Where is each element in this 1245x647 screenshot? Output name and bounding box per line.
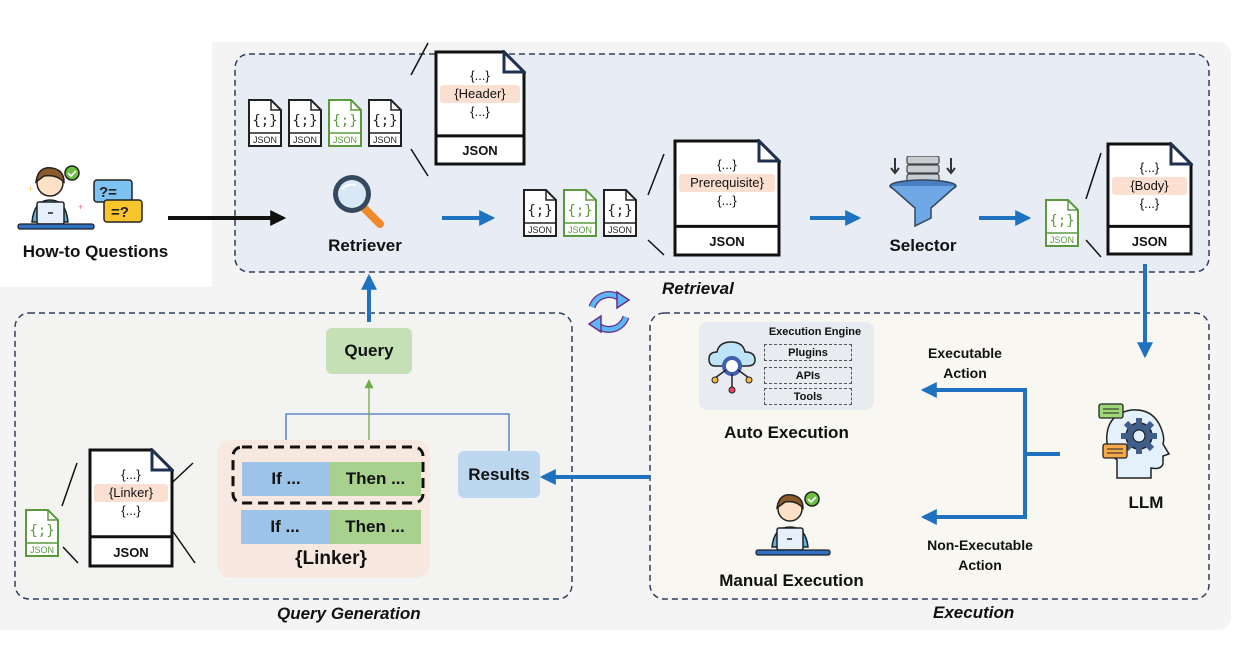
- funnel-filter-icon: [883, 155, 963, 228]
- json-caption: JSON: [373, 135, 397, 145]
- header-json-doc: {...} {Header} {...} JSON: [434, 50, 526, 166]
- rule-if-cell: If ...: [242, 462, 330, 496]
- json-glyph: {;}: [372, 113, 397, 129]
- executable-label-line1: Executable: [928, 345, 1002, 361]
- json-file-icon: {;} JSON: [24, 508, 60, 558]
- engine-item-plugins: Plugins: [764, 344, 852, 361]
- cloud-gear-icon: [708, 341, 756, 394]
- json-file-icon: {;} JSON: [327, 98, 363, 148]
- llm-label: LLM: [1128, 493, 1164, 512]
- magnifier-icon: [328, 172, 398, 232]
- json-doc-group-4: {;} JSON: [24, 508, 60, 560]
- doc-footer-json: JSON: [709, 234, 745, 250]
- json-caption: JSON: [333, 135, 357, 145]
- json-glyph: {;}: [332, 113, 357, 129]
- nonexec-label-line1: Non-Executable: [927, 537, 1033, 553]
- doc-highlight-section: {Header}: [440, 85, 520, 104]
- svg-text:?=: ?=: [99, 184, 117, 201]
- doc-ellipsis-top: {...}: [1139, 159, 1160, 175]
- llm-head-gear-icon: [1095, 398, 1180, 480]
- diagram-canvas: [0, 42, 1231, 630]
- doc-footer-json: JSON: [113, 544, 149, 560]
- json-file-icon: {;} JSON: [367, 98, 403, 148]
- json-file-icon: {;} JSON: [247, 98, 283, 148]
- engine-item-apis: APIs: [764, 367, 852, 384]
- linker-label: {Linker}: [295, 548, 367, 569]
- json-file-icon: {;} JSON: [602, 188, 638, 238]
- json-caption: JSON: [568, 225, 592, 235]
- person-laptop-icon: + + ?= =?: [17, 165, 143, 230]
- prerequisite-json-doc: {...} Prerequisite} {...} JSON: [673, 139, 781, 257]
- rule-then-cell: Then ...: [329, 510, 421, 544]
- json-file-icon: {;} JSON: [1044, 198, 1080, 248]
- executable-action-label: Executable Action: [905, 343, 1025, 383]
- linker-rule-row: If ... Then ...: [242, 462, 421, 496]
- json-glyph: {;}: [252, 113, 277, 129]
- doc-ellipsis-top: {...}: [121, 466, 141, 482]
- json-caption: JSON: [253, 135, 277, 145]
- doc-ellipsis-top: {...}: [470, 68, 490, 84]
- engine-item-tools: Tools: [764, 388, 852, 405]
- execution-section-title: Execution: [933, 603, 1015, 622]
- json-caption: JSON: [608, 225, 632, 235]
- rule-then-cell: Then ...: [330, 462, 421, 496]
- person-laptop-icon: [755, 491, 831, 556]
- manual-execution-label: Manual Execution: [719, 571, 864, 590]
- json-caption: JSON: [1050, 235, 1074, 245]
- manual-execution-illustration: [752, 483, 832, 561]
- execution-engine-panel: Execution Engine Plugins APIs Tools: [699, 322, 874, 410]
- results-box: Results: [458, 451, 540, 498]
- svg-text:=?: =?: [111, 204, 129, 221]
- nonexec-label-line2: Action: [958, 557, 1002, 573]
- svg-text:+: +: [78, 202, 83, 212]
- json-doc-group-1: {;} JSON {;} JSON {;} JSON {;} JSON: [247, 98, 412, 150]
- executable-label-line2: Action: [943, 365, 987, 381]
- user-illustration: + + ?= =?: [8, 160, 158, 240]
- svg-text:+: +: [28, 184, 33, 194]
- json-file-icon: {;} JSON: [287, 98, 323, 148]
- auto-execution-label: Auto Execution: [724, 423, 849, 442]
- json-glyph: {;}: [527, 203, 552, 219]
- json-glyph: {;}: [1049, 213, 1074, 229]
- json-glyph: {;}: [567, 203, 592, 219]
- json-file-icon: {;} JSON: [562, 188, 598, 238]
- doc-ellipsis-top: {...}: [717, 157, 737, 173]
- retriever-label: Retriever: [328, 236, 402, 255]
- linker-rule-row: If ... Then ...: [241, 510, 421, 544]
- selector-label: Selector: [889, 236, 957, 255]
- rule-if-cell: If ...: [241, 510, 329, 544]
- json-file-icon: {;} JSON: [522, 188, 558, 238]
- how-to-questions-label: How-to Questions: [22, 242, 169, 261]
- doc-footer-json: JSON: [1131, 233, 1168, 249]
- query-box: Query: [326, 328, 412, 374]
- json-doc-group-2: {;} JSON {;} JSON {;} JSON: [522, 188, 646, 240]
- nonexecutable-action-label: Non-Executable Action: [905, 535, 1055, 575]
- json-glyph: {;}: [292, 113, 317, 129]
- doc-ellipsis-bottom: {...}: [121, 502, 141, 518]
- execution-engine-title: Execution Engine: [768, 326, 862, 338]
- query-generation-section-title: Query Generation: [277, 604, 421, 623]
- json-glyph: {;}: [607, 203, 632, 219]
- doc-ellipsis-bottom: {...}: [717, 193, 737, 209]
- doc-footer-json: JSON: [462, 143, 498, 159]
- doc-highlight-section: Prerequisite}: [679, 174, 775, 193]
- doc-highlight-section: {Body}: [1112, 176, 1187, 195]
- doc-ellipsis-bottom: {...}: [1139, 195, 1160, 211]
- body-json-doc: {...} {Body} {...} JSON: [1106, 142, 1193, 256]
- retrieval-section-title: Retrieval: [662, 279, 734, 298]
- json-caption: JSON: [293, 135, 317, 145]
- json-caption: JSON: [528, 225, 552, 235]
- json-caption: JSON: [30, 545, 54, 555]
- json-glyph: {;}: [29, 523, 54, 539]
- linker-json-doc: {...} {Linker} {...} JSON: [88, 448, 174, 568]
- json-doc-group-3: {;} JSON: [1044, 198, 1079, 248]
- doc-highlight-section: {Linker}: [94, 483, 168, 502]
- doc-ellipsis-bottom: {...}: [470, 104, 490, 120]
